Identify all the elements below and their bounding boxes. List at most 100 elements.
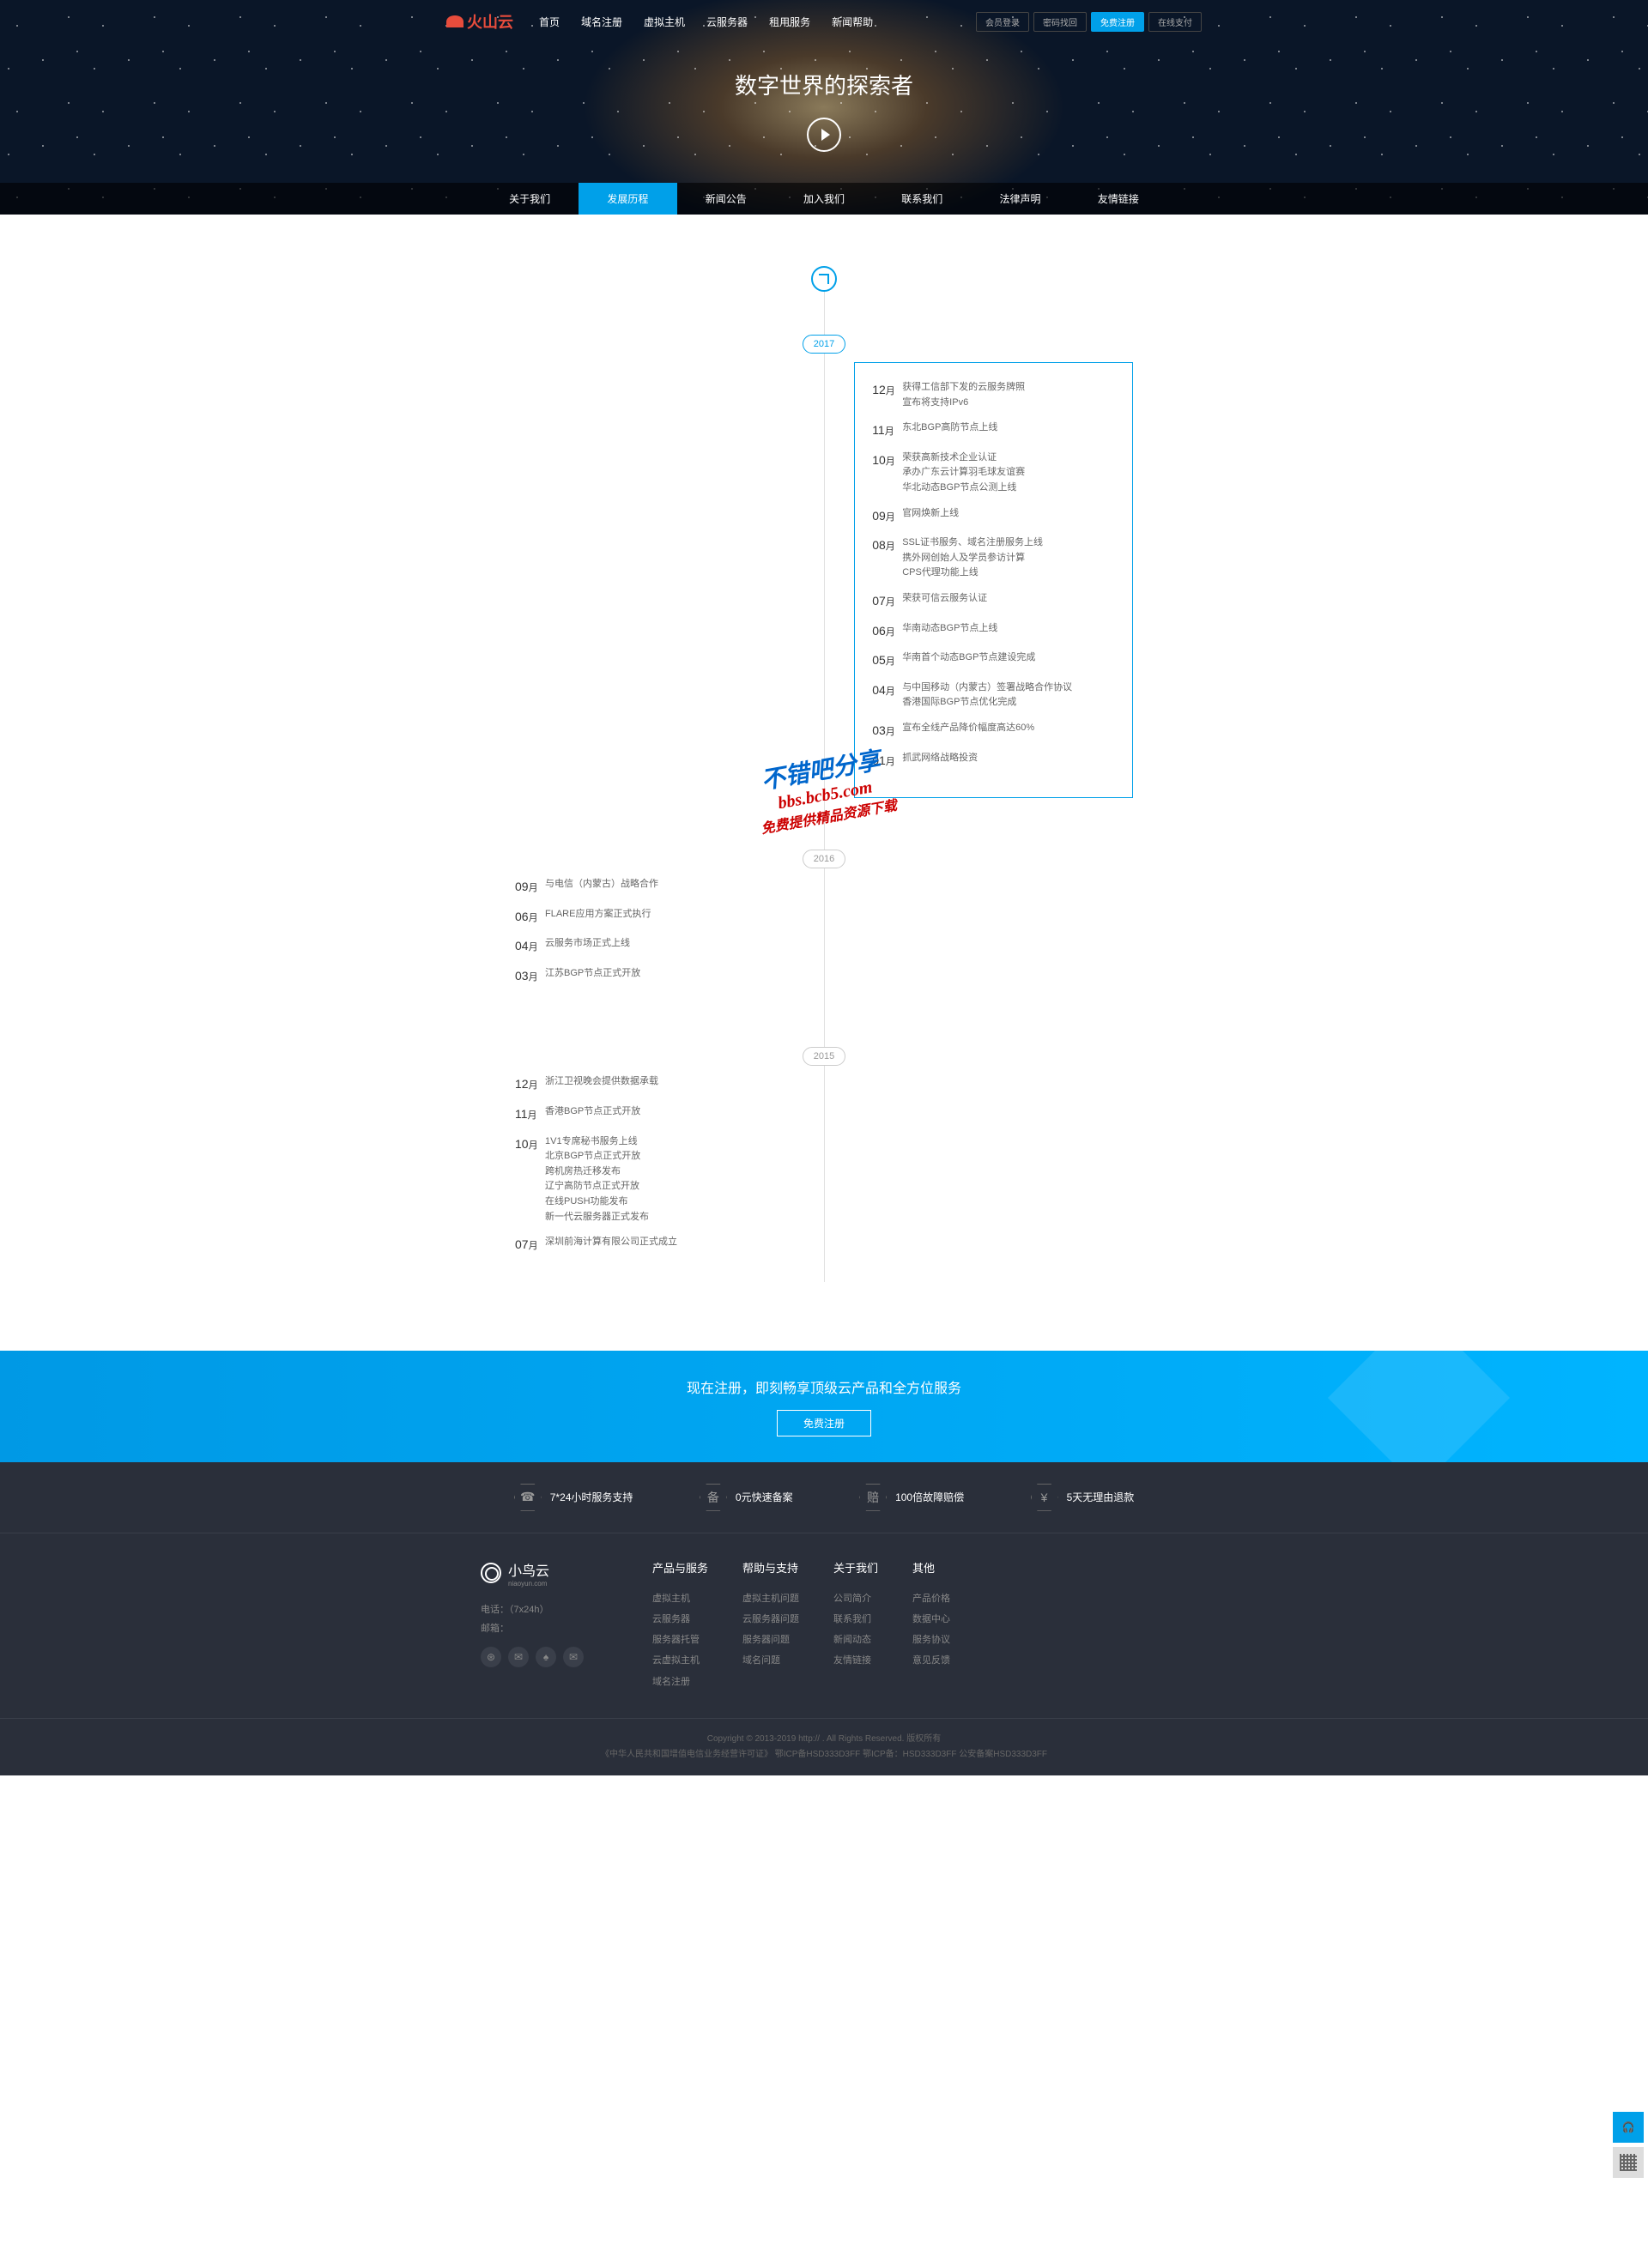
- timeline-event: 10月1V1专席秘书服务上线北京BGP节点正式开放跨机房热迁移发布辽宁高防节点正…: [515, 1134, 794, 1225]
- timeline-event: 01月抓武网络战略投资: [872, 751, 1115, 771]
- nav-item-news[interactable]: 新闻帮助: [832, 15, 873, 29]
- qr-float-button[interactable]: [1613, 2147, 1644, 2178]
- footer-link[interactable]: 服务器问题: [742, 1630, 799, 1650]
- year-badge: 2016: [803, 850, 845, 868]
- subnav-contact[interactable]: 联系我们: [873, 183, 971, 215]
- footer-link[interactable]: 虚拟主机: [652, 1588, 708, 1609]
- subnav-news[interactable]: 新闻公告: [677, 183, 775, 215]
- footer-link[interactable]: 云虚拟主机: [652, 1650, 708, 1671]
- footer-link[interactable]: 意见反馈: [912, 1650, 950, 1671]
- subnav-links[interactable]: 友情链接: [1069, 183, 1167, 215]
- pay-button[interactable]: 在线支付: [1148, 12, 1202, 32]
- feature-item: 备0元快速备案: [700, 1484, 793, 1511]
- timeline-event: 11月东北BGP高防节点上线: [872, 420, 1115, 440]
- timeline-event: 07月深圳前海计算有限公司正式成立: [515, 1235, 794, 1255]
- nav-item-home[interactable]: 首页: [539, 15, 560, 29]
- feature-icon: 赔: [859, 1484, 887, 1511]
- subnav-history[interactable]: 发展历程: [579, 183, 676, 215]
- footer-column: 帮助与支持虚拟主机问题云服务器问题服务器问题域名问题: [742, 1559, 799, 1692]
- forgot-button[interactable]: 密码找回: [1033, 12, 1087, 32]
- nav-menu: 首页 域名注册 虚拟主机 云服务器 租用服务 新闻帮助: [539, 15, 873, 29]
- feature-item: ¥5天无理由退款: [1031, 1484, 1135, 1511]
- timeline: 不错吧分享 bbs.bcb5.com 免费提供精品资源下载 201712月获得工…: [481, 266, 1167, 1282]
- subnav: 关于我们 发展历程 新闻公告 加入我们 联系我们 法律声明 友情链接: [0, 183, 1648, 215]
- timeline-event: 03月宣布全线产品降价幅度高达60%: [872, 721, 1115, 741]
- footer-link[interactable]: 域名注册: [652, 1672, 708, 1692]
- hero-title: 数字世界的探索者: [0, 69, 1648, 100]
- features-bar: ☎7*24小时服务支持 备0元快速备案 赔100倍故障赔偿 ¥5天无理由退款: [0, 1462, 1648, 1533]
- footer-logo-icon: [481, 1563, 501, 1583]
- timeline-event: 04月与中国移动（内蒙古）签署战略合作协议香港国际BGP节点优化完成: [872, 680, 1115, 711]
- cta-register-button[interactable]: 免费注册: [777, 1410, 871, 1436]
- footer-link[interactable]: 数据中心: [912, 1609, 950, 1630]
- login-button[interactable]: 会员登录: [976, 12, 1029, 32]
- timeline-event: 04月云服务市场正式上线: [515, 936, 794, 956]
- nav-item-vhost[interactable]: 虚拟主机: [644, 15, 685, 29]
- timeline-event: 09月官网焕新上线: [872, 506, 1115, 526]
- timeline-event: 06月FLARE应用方案正式执行: [515, 907, 794, 927]
- footer-column-title: 帮助与支持: [742, 1559, 799, 1576]
- support-float-button[interactable]: 🎧: [1613, 2112, 1644, 2143]
- subnav-join[interactable]: 加入我们: [775, 183, 873, 215]
- timeline-event: 05月华南首个动态BGP节点建设完成: [872, 650, 1115, 670]
- timeline-event: 03月江苏BGP节点正式开放: [515, 966, 794, 986]
- top-nav: 火山云 首页 域名注册 虚拟主机 云服务器 租用服务 新闻帮助 会员登录 密码找…: [412, 0, 1236, 43]
- footer-link[interactable]: 友情链接: [833, 1650, 878, 1671]
- wechat-icon[interactable]: ✉: [508, 1647, 529, 1667]
- cta-title: 现在注册，即刻畅享顶级云产品和全方位服务: [0, 1376, 1648, 1397]
- mail-icon[interactable]: ✉: [563, 1647, 584, 1667]
- timeline-event: 10月荣获高新技术企业认证承办广东云计算羽毛球友谊赛华北动态BGP节点公测上线: [872, 451, 1115, 496]
- social-icons: ⊛ ✉ ♠ ✉: [481, 1647, 652, 1667]
- footer-link[interactable]: 服务协议: [912, 1630, 950, 1650]
- footer-link[interactable]: 新闻动态: [833, 1630, 878, 1650]
- nav-item-cloud[interactable]: 云服务器: [706, 15, 748, 29]
- footer-link[interactable]: 云服务器: [652, 1609, 708, 1630]
- timeline-box: 12月获得工信部下发的云服务牌照宣布将支持IPv6 11月东北BGP高防节点上线 1…: [854, 362, 1133, 798]
- footer-link[interactable]: 联系我们: [833, 1609, 878, 1630]
- footer-contact: 电话：（7x24h） 邮箱：: [481, 1600, 652, 1638]
- feature-icon: ¥: [1031, 1484, 1058, 1511]
- feature-item: ☎7*24小时服务支持: [514, 1484, 633, 1511]
- nav-buttons: 会员登录 密码找回 免费注册 在线支付: [976, 12, 1202, 32]
- footer-link[interactable]: 虚拟主机问题: [742, 1588, 799, 1609]
- subnav-about[interactable]: 关于我们: [481, 183, 579, 215]
- footer-left: 小鸟云 niaoyun.com 电话：（7x24h） 邮箱： ⊛ ✉ ♠ ✉: [481, 1559, 652, 1692]
- hero: 数字世界的探索者: [0, 43, 1648, 152]
- weibo-icon[interactable]: ⊛: [481, 1647, 501, 1667]
- footer-column-title: 其他: [912, 1559, 950, 1576]
- feature-icon: ☎: [514, 1484, 542, 1511]
- register-button[interactable]: 免费注册: [1091, 12, 1144, 32]
- subnav-legal[interactable]: 法律声明: [971, 183, 1069, 215]
- footer-link[interactable]: 产品价格: [912, 1588, 950, 1609]
- qr-icon: [1620, 2154, 1637, 2171]
- feature-icon: 备: [700, 1484, 727, 1511]
- nav-item-domain[interactable]: 域名注册: [581, 15, 622, 29]
- year-badge: 2015: [803, 1047, 845, 1066]
- nav-item-rent[interactable]: 租用服务: [769, 15, 810, 29]
- copyright: Copyright © 2013-2019 http:// . All Righ…: [0, 1718, 1648, 1775]
- footer-column-title: 关于我们: [833, 1559, 878, 1576]
- timeline-event: 06月华南动态BGP节点上线: [872, 621, 1115, 641]
- footer-column: 其他产品价格数据中心服务协议意见反馈: [912, 1559, 950, 1692]
- timeline-event: 11月香港BGP节点正式开放: [515, 1104, 794, 1124]
- footer-link[interactable]: 公司简介: [833, 1588, 878, 1609]
- footer: 小鸟云 niaoyun.com 电话：（7x24h） 邮箱： ⊛ ✉ ♠ ✉ 产…: [0, 1533, 1648, 1718]
- year-badge: 2017: [803, 335, 845, 354]
- feature-item: 赔100倍故障赔偿: [859, 1484, 964, 1511]
- logo[interactable]: 火山云: [446, 10, 513, 33]
- footer-link[interactable]: 域名问题: [742, 1650, 799, 1671]
- timeline-event: 07月荣获可信云服务认证: [872, 591, 1115, 611]
- footer-link[interactable]: 云服务器问题: [742, 1609, 799, 1630]
- logo-icon: [446, 15, 464, 27]
- footer-link[interactable]: 服务器托管: [652, 1630, 708, 1650]
- footer-logo[interactable]: 小鸟云 niaoyun.com: [481, 1559, 652, 1588]
- cta-banner: 现在注册，即刻畅享顶级云产品和全方位服务 免费注册: [0, 1351, 1648, 1462]
- float-buttons: 🎧: [1613, 2112, 1644, 2182]
- play-button[interactable]: [807, 118, 841, 152]
- footer-column: 关于我们公司简介联系我们新闻动态友情链接: [833, 1559, 878, 1692]
- footer-column: 产品与服务虚拟主机云服务器服务器托管云虚拟主机域名注册: [652, 1559, 708, 1692]
- timeline-event: 09月与电信（内蒙古）战略合作: [515, 877, 794, 897]
- qq-icon[interactable]: ♠: [536, 1647, 556, 1667]
- header: 火山云 首页 域名注册 虚拟主机 云服务器 租用服务 新闻帮助 会员登录 密码找…: [0, 0, 1648, 215]
- timeline-event: 12月获得工信部下发的云服务牌照宣布将支持IPv6: [872, 380, 1115, 410]
